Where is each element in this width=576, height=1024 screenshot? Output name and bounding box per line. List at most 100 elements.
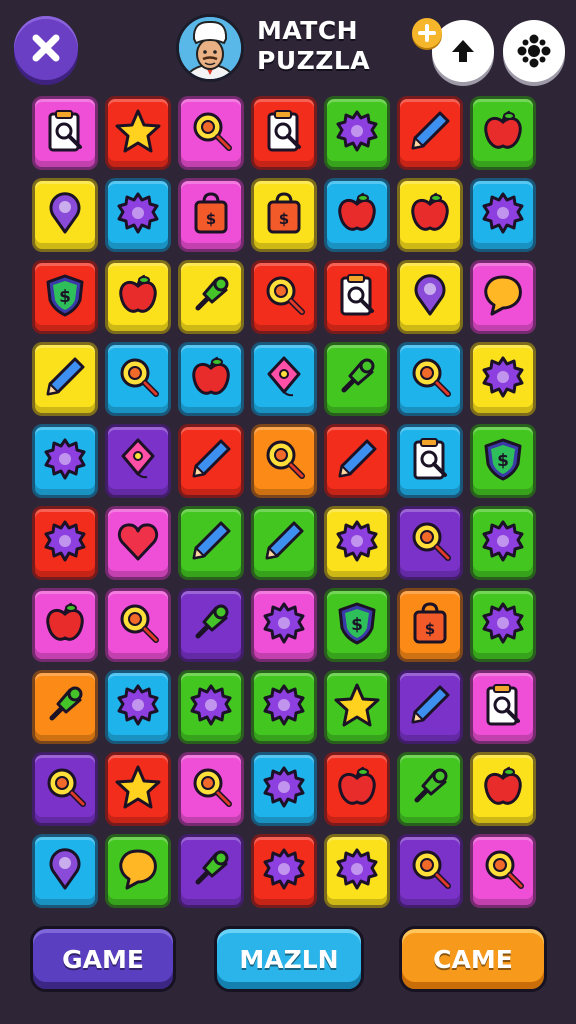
tile-r3-c5[interactable] xyxy=(324,260,390,334)
tile-r8-c5[interactable] xyxy=(324,670,390,744)
tile-r4-c3[interactable] xyxy=(178,342,244,416)
gear-icon xyxy=(42,436,88,486)
tile-r2-c1[interactable] xyxy=(32,178,98,252)
close-button[interactable] xyxy=(14,16,78,80)
mazln-button[interactable]: MAZLN xyxy=(214,926,364,992)
tile-r4-c5[interactable] xyxy=(324,342,390,416)
tile-r2-c4[interactable]: $ xyxy=(251,178,317,252)
tile-r9-c4[interactable] xyxy=(251,752,317,826)
clipboard-icon xyxy=(334,272,380,322)
tile-r9-c5[interactable] xyxy=(324,752,390,826)
tile-r7-c3[interactable] xyxy=(178,588,244,662)
tile-r1-c5[interactable] xyxy=(324,96,390,170)
tile-r8-c4[interactable] xyxy=(251,670,317,744)
magnifier-icon xyxy=(261,436,307,486)
tile-r7-c7[interactable] xyxy=(470,588,536,662)
tile-r2-c6[interactable] xyxy=(397,178,463,252)
tile-r7-c2[interactable] xyxy=(105,588,171,662)
tile-r1-c4[interactable] xyxy=(251,96,317,170)
tile-r10-c1[interactable] xyxy=(32,834,98,908)
tile-r5-c5[interactable] xyxy=(324,424,390,498)
clipboard-icon xyxy=(480,682,526,732)
tile-r2-c5[interactable] xyxy=(324,178,390,252)
tile-r10-c3[interactable] xyxy=(178,834,244,908)
tile-r1-c6[interactable] xyxy=(397,96,463,170)
tile-r9-c3[interactable] xyxy=(178,752,244,826)
push-pin-icon xyxy=(188,600,234,650)
tile-r10-c2[interactable] xyxy=(105,834,171,908)
tile-r7-c6[interactable]: $ xyxy=(397,588,463,662)
chef-face-icon xyxy=(179,17,241,79)
tile-r5-c1[interactable] xyxy=(32,424,98,498)
gear-icon xyxy=(115,190,161,240)
tile-r10-c6[interactable] xyxy=(397,834,463,908)
came-button[interactable]: CAME xyxy=(399,926,547,992)
tile-r4-c2[interactable] xyxy=(105,342,171,416)
tile-r7-c4[interactable] xyxy=(251,588,317,662)
tile-r5-c3[interactable] xyxy=(178,424,244,498)
tile-r5-c6[interactable] xyxy=(397,424,463,498)
magnifier-icon xyxy=(115,354,161,404)
tile-r9-c7[interactable] xyxy=(470,752,536,826)
tile-r8-c7[interactable] xyxy=(470,670,536,744)
tile-r8-c6[interactable] xyxy=(397,670,463,744)
game-board: $ $ $ $ $ $ xyxy=(32,96,548,908)
bag-icon: $ xyxy=(407,600,453,650)
apple-icon xyxy=(407,190,453,240)
tile-r6-c3[interactable] xyxy=(178,506,244,580)
kite-icon xyxy=(115,436,161,486)
tile-r3-c2[interactable] xyxy=(105,260,171,334)
tile-r5-c2[interactable] xyxy=(105,424,171,498)
tile-r10-c5[interactable] xyxy=(324,834,390,908)
tile-r6-c1[interactable] xyxy=(32,506,98,580)
tile-r1-c3[interactable] xyxy=(178,96,244,170)
tile-r2-c2[interactable] xyxy=(105,178,171,252)
tile-r8-c1[interactable] xyxy=(32,670,98,744)
game-button[interactable]: GAME xyxy=(30,926,176,992)
gear-icon xyxy=(188,682,234,732)
tile-r3-c3[interactable] xyxy=(178,260,244,334)
tile-r7-c1[interactable] xyxy=(32,588,98,662)
tile-r8-c2[interactable] xyxy=(105,670,171,744)
star-icon xyxy=(115,764,161,814)
gear-icon xyxy=(480,600,526,650)
tile-r7-c5[interactable]: $ xyxy=(324,588,390,662)
tile-r3-c6[interactable] xyxy=(397,260,463,334)
chef-avatar[interactable] xyxy=(176,14,244,82)
tile-r3-c4[interactable] xyxy=(251,260,317,334)
tile-r3-c1[interactable]: $ xyxy=(32,260,98,334)
tile-r6-c6[interactable] xyxy=(397,506,463,580)
magnifier-icon xyxy=(188,764,234,814)
pencil-icon xyxy=(188,518,234,568)
tile-r1-c1[interactable] xyxy=(32,96,98,170)
tile-r1-c7[interactable] xyxy=(470,96,536,170)
tile-r9-c1[interactable] xyxy=(32,752,98,826)
tile-r6-c7[interactable] xyxy=(470,506,536,580)
tile-r6-c4[interactable] xyxy=(251,506,317,580)
tile-r3-c7[interactable] xyxy=(470,260,536,334)
add-badge[interactable] xyxy=(412,18,442,48)
tile-r10-c7[interactable] xyxy=(470,834,536,908)
tile-r5-c4[interactable] xyxy=(251,424,317,498)
apple-icon xyxy=(42,600,88,650)
gear-icon xyxy=(334,108,380,158)
push-pin-icon xyxy=(407,764,453,814)
settings-button[interactable] xyxy=(503,20,565,82)
tile-r2-c7[interactable] xyxy=(470,178,536,252)
magnifier-icon xyxy=(407,518,453,568)
tile-r4-c6[interactable] xyxy=(397,342,463,416)
tile-r6-c5[interactable] xyxy=(324,506,390,580)
tile-r6-c2[interactable] xyxy=(105,506,171,580)
tile-r9-c6[interactable] xyxy=(397,752,463,826)
tile-r4-c1[interactable] xyxy=(32,342,98,416)
tile-r4-c4[interactable] xyxy=(251,342,317,416)
tile-r8-c3[interactable] xyxy=(178,670,244,744)
tile-r5-c7[interactable]: $ xyxy=(470,424,536,498)
bag-icon: $ xyxy=(188,190,234,240)
tile-r9-c2[interactable] xyxy=(105,752,171,826)
tile-r10-c4[interactable] xyxy=(251,834,317,908)
gear-icon xyxy=(334,846,380,896)
tile-r4-c7[interactable] xyxy=(470,342,536,416)
tile-r1-c2[interactable] xyxy=(105,96,171,170)
tile-r2-c3[interactable]: $ xyxy=(178,178,244,252)
